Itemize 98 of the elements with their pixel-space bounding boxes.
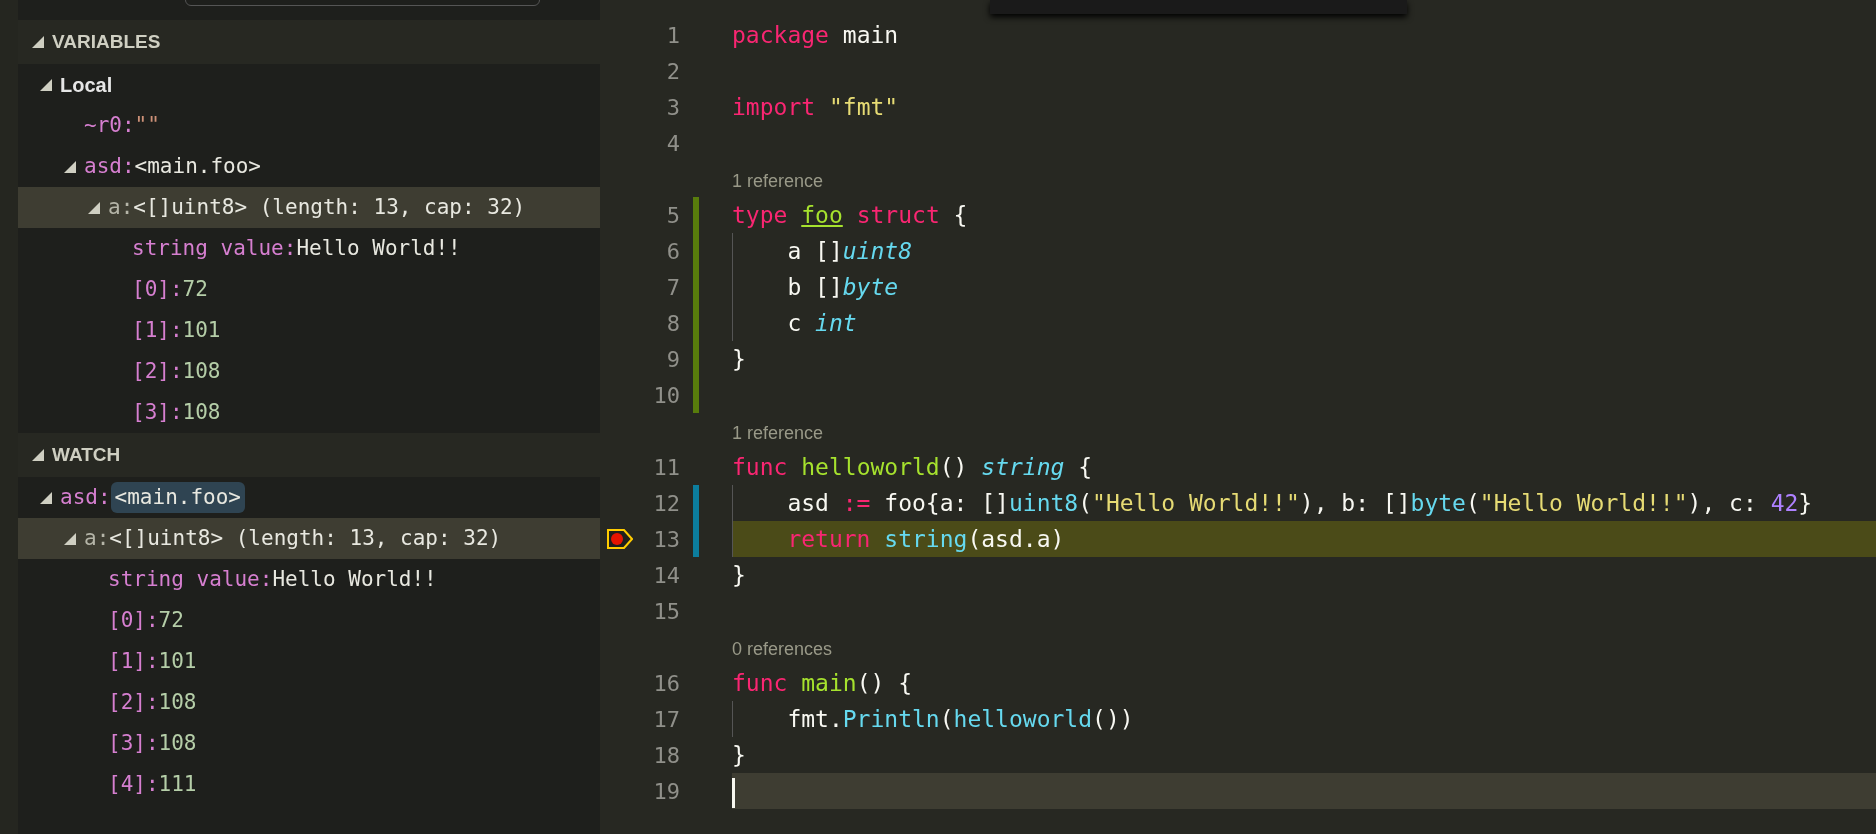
line-number: 12 [653, 490, 680, 516]
code-line: func main() { [732, 670, 913, 696]
variable-name: string value: [132, 234, 297, 262]
variable-name: [0]: [132, 275, 183, 303]
tree-item[interactable]: asd:<main.foo> [18, 146, 600, 187]
code-line: c int [787, 310, 857, 336]
tree-item[interactable]: Local [18, 64, 600, 105]
line-number: 2 [666, 58, 680, 84]
tree-item[interactable]: asd: <main.foo> [18, 477, 600, 518]
line-number: 3 [666, 94, 680, 120]
code-line: } [732, 742, 746, 768]
tree-item[interactable]: string value:Hello World!! [18, 228, 600, 269]
section-title: VARIABLES [52, 29, 161, 54]
variable-value: <main.foo> [110, 481, 245, 514]
variable-name: [2]: [132, 357, 183, 385]
expanded-triangle-icon[interactable] [64, 532, 76, 545]
variable-name: [3]: [132, 398, 183, 426]
variable-value: 72 [158, 606, 184, 634]
variable-name: string value: [108, 565, 273, 593]
variable-value: 108 [182, 357, 221, 385]
tree-item[interactable]: string value:Hello World!! [18, 559, 600, 600]
section-header[interactable]: VARIABLES [18, 20, 600, 64]
code-line: } [732, 346, 746, 372]
line-number: 1 [666, 22, 680, 48]
variable-value: "" [134, 111, 160, 139]
line-number: 19 [653, 778, 680, 804]
line-number: 11 [653, 454, 680, 480]
variable-value: Hello World!! [272, 565, 437, 593]
code-lens-link[interactable]: 0 references [732, 639, 833, 659]
line-number: 13 [653, 526, 680, 552]
line-number: 15 [653, 598, 680, 624]
variable-name: a: [108, 193, 134, 221]
line-number: 18 [653, 742, 680, 768]
variable-value: 101 [158, 647, 197, 675]
section-header[interactable]: WATCH [18, 433, 600, 477]
expanded-triangle-icon[interactable] [40, 78, 52, 91]
tree-item[interactable]: [0]:72 [18, 269, 600, 310]
line-number: 10 [653, 382, 680, 408]
tree-item[interactable]: a:<[]uint8> (length: 13, cap: 32) [18, 518, 600, 559]
code-line: func helloworld() string { [732, 454, 1093, 480]
line-number: 8 [666, 310, 680, 336]
variable-name: a: [84, 524, 110, 552]
variable-name: [2]: [108, 688, 159, 716]
variable-name: [4]: [108, 770, 159, 798]
tree-item[interactable]: [4]:111 [18, 764, 600, 805]
expanded-triangle-icon[interactable] [40, 491, 52, 504]
variable-value: 108 [158, 688, 197, 716]
breakpoint-arrow-icon[interactable] [607, 529, 633, 549]
variable-name: ~r0: [84, 111, 135, 139]
line-number: 7 [666, 274, 680, 300]
scope-label: Local [60, 72, 113, 98]
code-line: fmt.Println(helloworld()) [787, 706, 1134, 732]
variable-value: 101 [182, 316, 221, 344]
variable-value: <[]uint8> (length: 13, cap: 32) [133, 193, 526, 221]
variable-value: 108 [182, 398, 221, 426]
variable-name: [3]: [108, 729, 159, 757]
tree-item[interactable]: [3]:108 [18, 392, 600, 433]
code-line: return string(asd.a) [787, 526, 1065, 552]
expanded-triangle-icon[interactable] [88, 201, 100, 214]
code-lens-link[interactable]: 1 reference [732, 171, 824, 191]
variable-name: [1]: [132, 316, 183, 344]
variable-name: asd: [60, 483, 111, 511]
variable-name: [1]: [108, 647, 159, 675]
variable-value: <main.foo> [134, 152, 261, 180]
expanded-triangle-icon[interactable] [64, 160, 76, 173]
line-number: 5 [666, 202, 680, 228]
tree-item[interactable]: [2]:108 [18, 682, 600, 723]
section-title: WATCH [52, 442, 121, 467]
tree-item[interactable]: [2]:108 [18, 351, 600, 392]
variable-name: [0]: [108, 606, 159, 634]
variable-value: 108 [158, 729, 197, 757]
expanded-triangle-icon[interactable] [32, 449, 44, 461]
tree-item[interactable]: a:<[]uint8> (length: 13, cap: 32) [18, 187, 600, 228]
line-number: 16 [653, 670, 680, 696]
variable-value: <[]uint8> (length: 13, cap: 32) [109, 524, 502, 552]
code-line: a []uint8 [787, 238, 912, 264]
code-line: import "fmt" [732, 94, 899, 120]
variable-value: Hello World!! [296, 234, 461, 262]
line-number: 9 [666, 346, 680, 372]
expanded-triangle-icon[interactable] [32, 36, 44, 48]
tree-item[interactable]: [1]:101 [18, 310, 600, 351]
code-line: type foo struct { [732, 202, 968, 228]
line-number: 6 [666, 238, 680, 264]
tree-item[interactable]: [0]:72 [18, 600, 600, 641]
line-number: 14 [653, 562, 680, 588]
code-line: asd := foo{a: []uint8("Hello World!!"), b: []byte("Hello World!!"), c: 42} [787, 490, 1813, 516]
code-line: package main [732, 22, 899, 48]
tree-item[interactable]: [1]:101 [18, 641, 600, 682]
code-lens-link[interactable]: 1 reference [732, 423, 824, 443]
code-line: b []byte [787, 274, 899, 300]
tree-item[interactable]: ~r0:"" [18, 105, 600, 146]
variable-value: 72 [182, 275, 208, 303]
variable-name: asd: [84, 152, 135, 180]
line-number: 17 [653, 706, 680, 732]
tree-item[interactable]: [3]:108 [18, 723, 600, 764]
variable-value: 111 [158, 770, 197, 798]
line-number: 4 [666, 130, 680, 156]
code-line: } [732, 562, 746, 588]
